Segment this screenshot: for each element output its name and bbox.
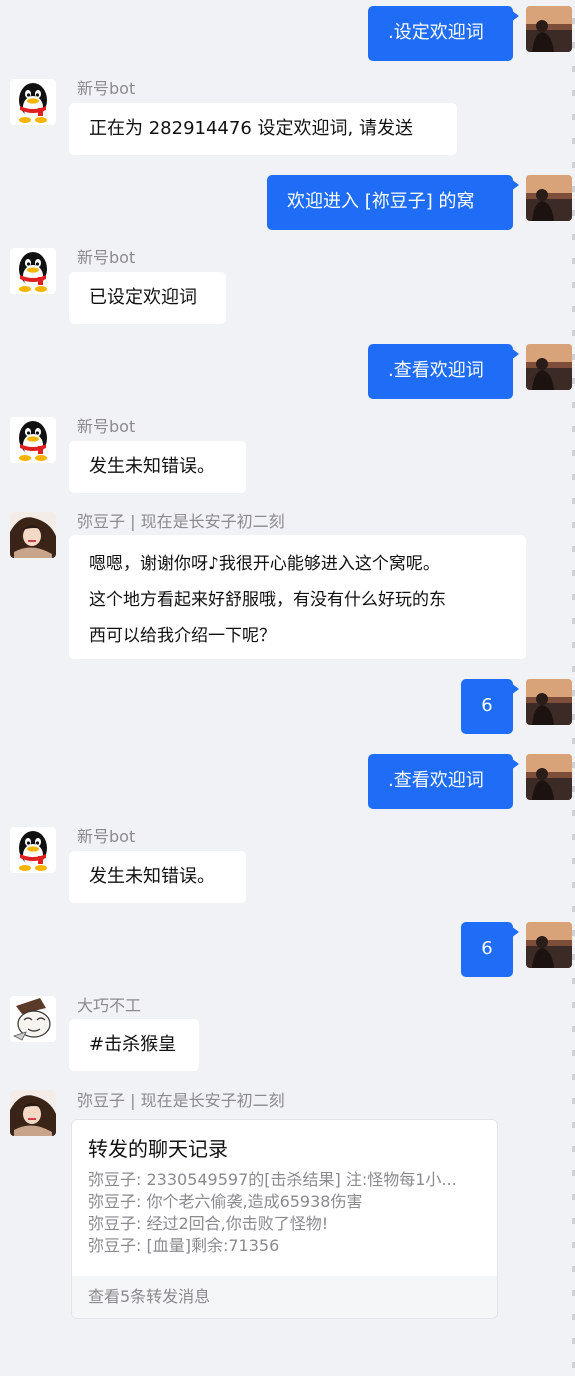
user-avatar[interactable] <box>526 175 572 221</box>
message-text: 发生未知错误。 <box>89 456 215 477</box>
incoming-message-bubble[interactable]: 发生未知错误。 <box>69 851 246 903</box>
view-forwarded-messages-link[interactable]: 查看5条转发消息 <box>72 1276 497 1318</box>
forward-preview-line: 弥豆子: 经过2回合,你击败了怪物! <box>88 1214 329 1233</box>
forward-card-preview: 弥豆子: 2330549597的[击杀结果] 注:怪物每1小... 弥豆子: 你… <box>88 1169 488 1257</box>
message-text: 6 <box>481 938 493 959</box>
qq-penguin-icon[interactable] <box>10 827 56 873</box>
outgoing-message-bubble[interactable]: 欢迎进入 [祢豆子] 的窝 <box>267 175 519 230</box>
forward-preview-line: 弥豆子: 你个老六偷袭,造成65938伤害 <box>88 1192 363 1211</box>
incoming-message-bubble[interactable]: 正在为 282914476 设定欢迎词, 请发送 <box>69 103 457 155</box>
qq-penguin-icon[interactable] <box>10 248 56 294</box>
message-text: .设定欢迎词 <box>388 22 484 43</box>
forward-preview-line: 弥豆子: [血量]剩余:71356 <box>88 1236 280 1255</box>
incoming-message-bubble[interactable]: 嗯嗯，谢谢你呀♪我很开心能够进入这个窝呢。 这个地方看起来好舒服哦，有没有什么好… <box>69 535 526 659</box>
forwarded-chat-card[interactable]: 转发的聊天记录 弥豆子: 2330549597的[击杀结果] 注:怪物每1小..… <box>71 1119 498 1319</box>
outgoing-message-bubble[interactable]: .查看欢迎词 <box>368 754 519 809</box>
anime-girl-avatar[interactable] <box>10 512 56 558</box>
outgoing-message-bubble[interactable]: 6 <box>461 922 519 977</box>
message-text: 已设定欢迎词 <box>89 287 197 308</box>
sender-name: 弥豆子 | 现在是长安子初二刻 <box>77 512 285 531</box>
message-text: .查看欢迎词 <box>388 770 484 791</box>
sender-name: 新号bot <box>77 417 136 436</box>
message-line: 这个地方看起来好舒服哦，有没有什么好玩的东 <box>89 590 446 610</box>
forward-card-title: 转发的聊天记录 <box>88 1137 228 1161</box>
qq-penguin-icon[interactable] <box>10 417 56 463</box>
message-text: .查看欢迎词 <box>388 360 484 381</box>
message-text: 发生未知错误。 <box>89 866 215 887</box>
forward-preview-line: 弥豆子: 2330549597的[击杀结果] 注:怪物每1小... <box>88 1170 457 1189</box>
incoming-message-bubble[interactable]: 发生未知错误。 <box>69 441 246 493</box>
sender-name: 新号bot <box>77 79 136 98</box>
incoming-message-bubble[interactable]: #击杀猴皇 <box>69 1019 199 1071</box>
user-avatar[interactable] <box>526 344 572 390</box>
incoming-message-bubble[interactable]: 已设定欢迎词 <box>69 272 226 324</box>
message-text: 正在为 282914476 设定欢迎词, 请发送 <box>89 118 413 139</box>
user-avatar[interactable] <box>526 922 572 968</box>
user-avatar[interactable] <box>526 679 572 725</box>
message-text: #击杀猴皇 <box>89 1034 177 1055</box>
user-avatar[interactable] <box>526 6 572 52</box>
sender-name: 新号bot <box>77 827 136 846</box>
user-avatar[interactable] <box>526 754 572 800</box>
outgoing-message-bubble[interactable]: .查看欢迎词 <box>368 344 519 399</box>
sender-name: 弥豆子 | 现在是长安子初二刻 <box>77 1091 285 1110</box>
message-line: 西可以给我介绍一下呢？ <box>89 626 276 646</box>
sender-name: 大巧不工 <box>77 996 142 1015</box>
outgoing-message-bubble[interactable]: .设定欢迎词 <box>368 6 519 61</box>
message-text: 6 <box>481 695 493 716</box>
qq-penguin-icon[interactable] <box>10 79 56 125</box>
anime-girl-avatar[interactable] <box>10 1090 56 1136</box>
message-text: 欢迎进入 [祢豆子] 的窝 <box>287 191 475 212</box>
outgoing-message-bubble[interactable]: 6 <box>461 679 519 734</box>
cartoon-avatar[interactable] <box>10 996 56 1042</box>
sender-name: 新号bot <box>77 248 136 267</box>
message-line: 嗯嗯，谢谢你呀♪我很开心能够进入这个窝呢。 <box>89 554 440 574</box>
